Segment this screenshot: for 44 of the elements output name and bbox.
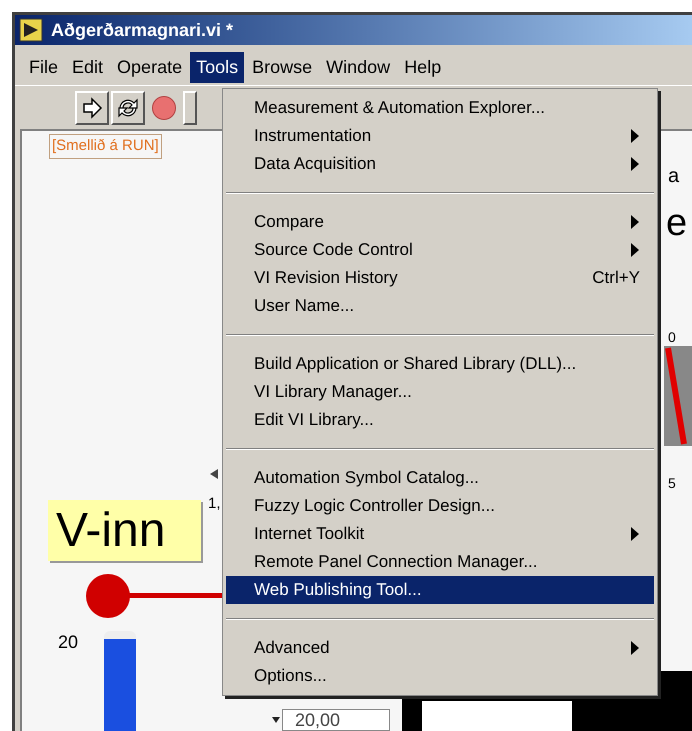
app-icon	[19, 18, 43, 42]
run-button[interactable]	[75, 90, 109, 124]
menu-bar-item[interactable]: Window	[320, 52, 396, 82]
menu-item[interactable]: User Name...	[226, 292, 654, 320]
decrement-icon[interactable]	[272, 717, 280, 723]
slider-knob[interactable]	[86, 574, 130, 618]
menu-item[interactable]: Build Application or Shared Library (DLL)...	[226, 350, 654, 378]
scale-label: 20	[58, 631, 78, 654]
menu-item[interactable]: Data Acquisition	[226, 150, 654, 178]
control-label: V-inn	[48, 500, 201, 561]
run-continuously-button[interactable]	[111, 90, 145, 124]
shortcut-label: Ctrl+Y	[592, 267, 640, 290]
menu-item[interactable]: Compare	[226, 208, 654, 236]
menu-bar-item[interactable]: Edit	[66, 52, 110, 82]
menu-item[interactable]: Edit VI Library...	[226, 406, 654, 434]
menu-bar-item[interactable]: Operate	[111, 52, 188, 82]
window-title: Aðgerðarmagnari.vi *	[51, 18, 234, 42]
menu-bar-item[interactable]: Browse	[246, 52, 318, 82]
text-fragment: 0	[668, 328, 676, 347]
menu-bar-item[interactable]: Help	[398, 52, 448, 82]
text-fragment: a	[668, 164, 680, 189]
menu-item[interactable]: Fuzzy Logic Controller Design...	[226, 492, 654, 520]
menu-item[interactable]: Options...	[226, 662, 654, 690]
scroll-arrow-icon	[210, 469, 218, 479]
text-fragment: 1,	[208, 494, 221, 514]
free-label: [Smellið á RUN]	[49, 134, 162, 158]
menu-item[interactable]: Remote Panel Connection Manager...	[226, 548, 654, 576]
menu-item[interactable]: Internet Toolkit	[226, 520, 654, 548]
stop-icon	[152, 96, 176, 120]
menu-bar-item[interactable]: File	[23, 52, 64, 82]
menu-item[interactable]: VI Revision History Ctrl+Y	[226, 264, 654, 292]
menu-item[interactable]: Advanced	[226, 634, 654, 662]
text-fragment: 5	[668, 474, 676, 493]
menu-item[interactable]: Web Publishing Tool...	[226, 576, 654, 604]
menu-item[interactable]: Source Code Control	[226, 236, 654, 264]
menu-item[interactable]: Measurement & Automation Explorer...	[226, 94, 654, 122]
menu-bar-item[interactable]: Tools	[190, 52, 244, 82]
menu-item[interactable]: VI Library Manager...	[226, 378, 654, 406]
menu-item[interactable]: Automation Symbol Catalog...	[226, 464, 654, 492]
text-fragment: e	[666, 201, 688, 245]
menu-item[interactable]: Instrumentation	[226, 122, 654, 150]
pause-button[interactable]	[183, 90, 197, 124]
arrow-icon	[81, 96, 103, 118]
numeric-field[interactable]: 20,00	[282, 709, 390, 731]
